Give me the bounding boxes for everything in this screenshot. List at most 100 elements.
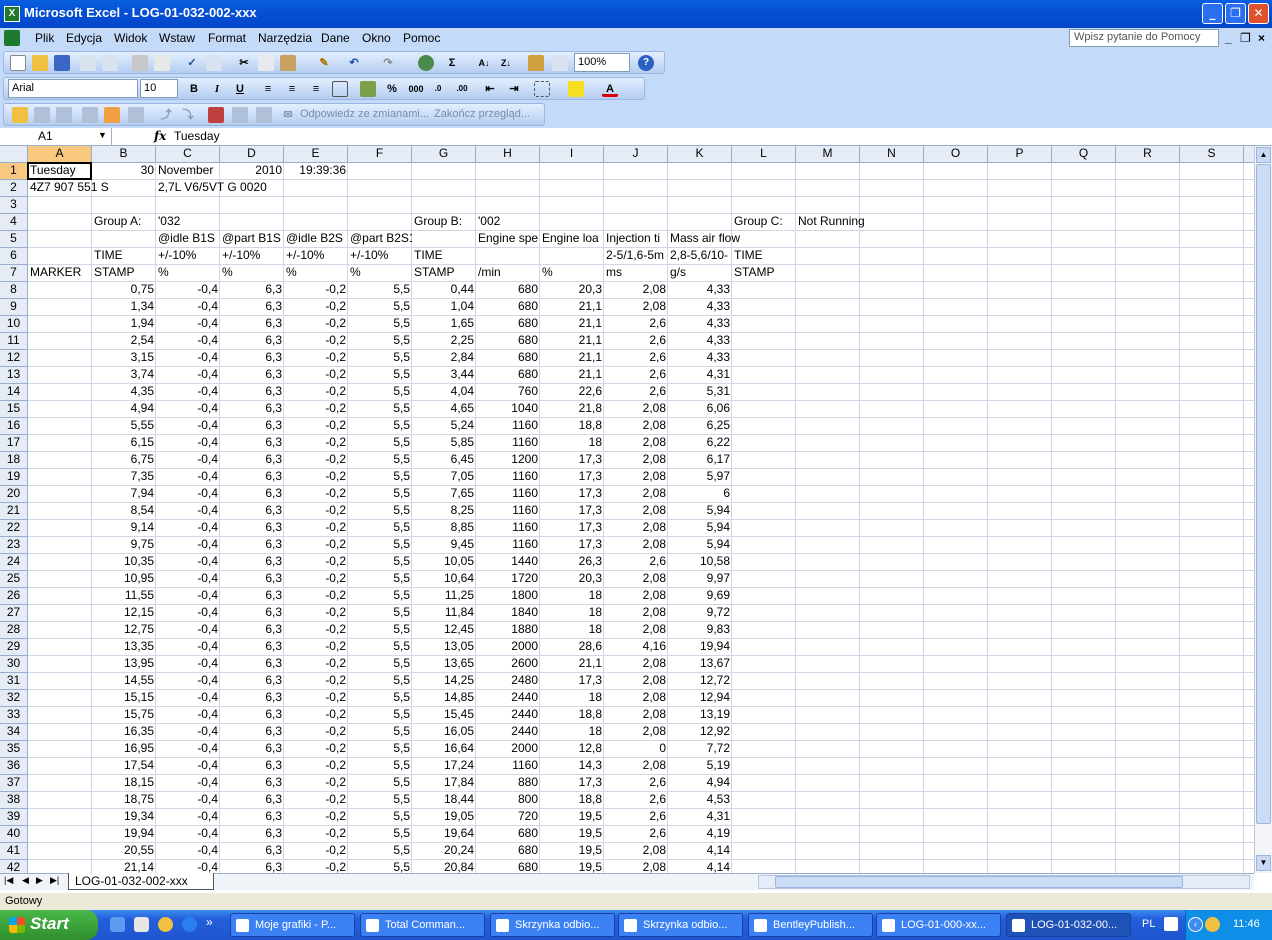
- cell[interactable]: +/-10%: [156, 248, 220, 265]
- cell[interactable]: 2,08: [604, 690, 668, 707]
- cell[interactable]: 2,08: [604, 843, 668, 860]
- cell[interactable]: 4,94: [92, 401, 156, 418]
- cell[interactable]: TIME: [732, 248, 796, 265]
- cell[interactable]: 5,5: [348, 384, 412, 401]
- menu-edycja[interactable]: Edycja: [66, 31, 102, 45]
- cell[interactable]: Injection ti: [604, 231, 668, 248]
- cell[interactable]: 16,64: [412, 741, 476, 758]
- cell[interactable]: 5,5: [348, 826, 412, 843]
- row-header[interactable]: 13: [0, 367, 28, 384]
- cell[interactable]: 6,3: [220, 605, 284, 622]
- cell[interactable]: 21,14: [92, 860, 156, 873]
- cell[interactable]: 2440: [476, 707, 540, 724]
- cell[interactable]: 2,6: [604, 826, 668, 843]
- cell[interactable]: -0,4: [156, 554, 220, 571]
- cell[interactable]: 5,94: [668, 520, 732, 537]
- cell[interactable]: 6,3: [220, 452, 284, 469]
- cell[interactable]: 2,08: [604, 520, 668, 537]
- cell[interactable]: 19,94: [92, 826, 156, 843]
- cell[interactable]: 2,08: [604, 860, 668, 873]
- delete-comment-icon[interactable]: [128, 107, 144, 123]
- cell[interactable]: -0,4: [156, 486, 220, 503]
- spelling-icon[interactable]: ✓: [184, 55, 200, 71]
- compare-icon[interactable]: [256, 107, 272, 123]
- cell[interactable]: 5,5: [348, 741, 412, 758]
- cell[interactable]: 680: [476, 282, 540, 299]
- cell[interactable]: 19,5: [540, 826, 604, 843]
- cell[interactable]: 13,65: [412, 656, 476, 673]
- cell[interactable]: 17,3: [540, 503, 604, 520]
- cell[interactable]: 30: [92, 163, 156, 180]
- cell[interactable]: 6,3: [220, 486, 284, 503]
- cell[interactable]: 5,5: [348, 792, 412, 809]
- cell[interactable]: 7,94: [92, 486, 156, 503]
- cell[interactable]: 2,08: [604, 418, 668, 435]
- last-sheet-icon[interactable]: ▶|: [50, 875, 59, 886]
- cut-icon[interactable]: ✂: [236, 55, 252, 71]
- cell[interactable]: 5,31: [668, 384, 732, 401]
- cell[interactable]: 1,04: [412, 299, 476, 316]
- first-sheet-icon[interactable]: |◀: [4, 875, 13, 886]
- row-header[interactable]: 35: [0, 741, 28, 758]
- cell[interactable]: -0,4: [156, 792, 220, 809]
- cell[interactable]: 9,83: [668, 622, 732, 639]
- cell[interactable]: 7,35: [92, 469, 156, 486]
- taskbar-button[interactable]: BentleyPublish...: [748, 913, 873, 937]
- cell[interactable]: 5,5: [348, 843, 412, 860]
- comment-prev-icon[interactable]: [56, 107, 72, 123]
- cell[interactable]: -0,2: [284, 860, 348, 873]
- protect-icon[interactable]: [208, 107, 224, 123]
- show-comment-icon[interactable]: [104, 107, 120, 123]
- cell[interactable]: %: [220, 265, 284, 282]
- cell[interactable]: 13,67: [668, 656, 732, 673]
- increase-indent-icon[interactable]: ⇥: [506, 81, 522, 97]
- taskbar-button[interactable]: Total Comman...: [360, 913, 485, 937]
- cell[interactable]: -0,4: [156, 707, 220, 724]
- cell[interactable]: Engine spe: [476, 231, 540, 248]
- cell[interactable]: -0,2: [284, 741, 348, 758]
- cell[interactable]: 20,3: [540, 571, 604, 588]
- cell[interactable]: 2480: [476, 673, 540, 690]
- cell[interactable]: 16,05: [412, 724, 476, 741]
- taskbar-button[interactable]: LOG-01-000-xx...: [876, 913, 1001, 937]
- cell[interactable]: 2,6: [604, 809, 668, 826]
- cell[interactable]: November: [156, 163, 220, 180]
- cell[interactable]: g/s: [668, 265, 732, 282]
- cell[interactable]: 4,33: [668, 350, 732, 367]
- row-header[interactable]: 42: [0, 860, 28, 873]
- cell[interactable]: 14,85: [412, 690, 476, 707]
- cell[interactable]: 1040: [476, 401, 540, 418]
- cell[interactable]: 4,33: [668, 316, 732, 333]
- scroll-thumb[interactable]: [1256, 164, 1271, 824]
- cell[interactable]: 2440: [476, 690, 540, 707]
- cell[interactable]: -0,4: [156, 809, 220, 826]
- currency-icon[interactable]: [360, 81, 376, 97]
- clock[interactable]: 11:46: [1233, 918, 1260, 930]
- cell[interactable]: 7,72: [668, 741, 732, 758]
- cell[interactable]: 2,6: [604, 792, 668, 809]
- cell[interactable]: 5,5: [348, 656, 412, 673]
- help-search-input[interactable]: Wpisz pytanie do Pomocy: [1069, 29, 1219, 47]
- close-button[interactable]: ✕: [1248, 3, 1269, 24]
- ie-icon[interactable]: [182, 917, 197, 932]
- cell[interactable]: 5,5: [348, 554, 412, 571]
- cell[interactable]: 9,72: [668, 605, 732, 622]
- scroll-up-icon[interactable]: ▲: [1256, 147, 1271, 163]
- cell[interactable]: %: [284, 265, 348, 282]
- cell[interactable]: 1,65: [412, 316, 476, 333]
- menu-widok[interactable]: Widok: [114, 31, 147, 45]
- cell[interactable]: 14,3: [540, 758, 604, 775]
- row-header[interactable]: 8: [0, 282, 28, 299]
- cell[interactable]: -0,4: [156, 503, 220, 520]
- cell[interactable]: 9,69: [668, 588, 732, 605]
- cell[interactable]: 21,1: [540, 350, 604, 367]
- cell[interactable]: 12,92: [668, 724, 732, 741]
- cell[interactable]: 2,08: [604, 588, 668, 605]
- row-header[interactable]: 16: [0, 418, 28, 435]
- cell[interactable]: 5,5: [348, 282, 412, 299]
- cell[interactable]: -0,2: [284, 418, 348, 435]
- cell[interactable]: +/-10%: [220, 248, 284, 265]
- menu-okno[interactable]: Okno: [362, 31, 391, 45]
- cell[interactable]: 5,5: [348, 435, 412, 452]
- row-header[interactable]: 33: [0, 707, 28, 724]
